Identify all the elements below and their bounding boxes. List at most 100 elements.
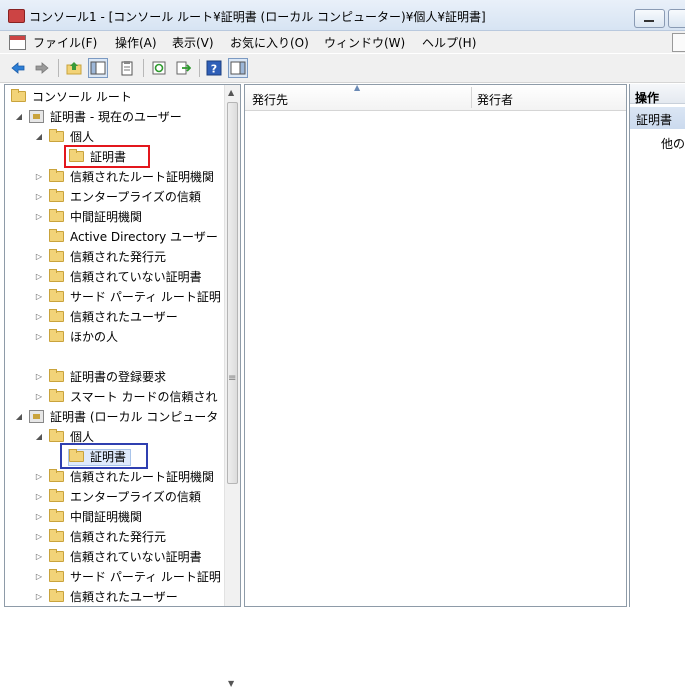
export-icon[interactable]	[173, 58, 193, 78]
menu-bar: ファイル(F) 操作(A) 表示(V) お気に入り(O) ウィンドウ(W) ヘル…	[0, 31, 685, 53]
tree-item-lc-trusted-people[interactable]: ▷ 信頼されたユーザー	[33, 586, 178, 606]
tree-item-lc-intermediate[interactable]: ▷ 中間証明機関	[33, 506, 142, 526]
expand-arrow-icon[interactable]: ▷	[33, 192, 45, 201]
folder-icon	[49, 288, 64, 302]
tree-item-cu-trusted-root[interactable]: ▷ 信頼されたルート証明機関	[33, 166, 214, 186]
tree-item-lc-trusted-root[interactable]: ▷ 信頼されたルート証明機関	[33, 466, 214, 486]
tree-item-console-root[interactable]: コンソール ルート	[11, 86, 132, 106]
tree-item-cu-enterprise-trust[interactable]: ▷ エンタープライズの信頼	[33, 186, 201, 206]
expand-arrow-icon[interactable]: ▷	[33, 492, 45, 501]
tree-item-cu-trusted-publishers[interactable]: ▷ 信頼された発行元	[33, 246, 166, 266]
folder-icon	[49, 568, 64, 582]
expand-arrow-icon[interactable]: ▷	[33, 172, 45, 181]
expand-arrow-icon[interactable]: ▷	[33, 592, 45, 601]
expand-arrow-icon[interactable]: ▷	[33, 212, 45, 221]
expand-arrow-icon[interactable]: ▷	[33, 472, 45, 481]
folder-icon	[11, 88, 26, 102]
tree-item-cu-active-directory[interactable]: Active Directory ユーザー	[49, 226, 218, 246]
folder-icon	[49, 248, 64, 262]
mmc-app-icon[interactable]	[8, 9, 25, 23]
tree-item-lc-third-party-root[interactable]: ▷ サード パーティ ルート証明	[33, 566, 221, 586]
expand-arrow-icon[interactable]: ▷	[33, 312, 45, 321]
result-list: ▲ 発行先 発行者	[244, 83, 627, 607]
title-bar: コンソール1 - [コンソール ルート¥証明書 (ローカル コンピューター)¥個…	[0, 0, 685, 31]
minimize-icon	[644, 20, 654, 22]
blue-highlight-box	[60, 443, 148, 469]
expand-arrow-icon[interactable]: ▷	[33, 512, 45, 521]
tree-vertical-scrollbar[interactable]: ▲ ≡ ▼	[224, 85, 240, 688]
refresh-icon[interactable]	[149, 58, 169, 78]
action-more-actions[interactable]: 他の操作	[661, 135, 685, 152]
tree-item-cu-intermediate[interactable]: ▷ 中間証明機関	[33, 206, 142, 226]
show-tree-icon[interactable]	[88, 58, 108, 78]
scroll-down-arrow-icon[interactable]: ▼	[228, 679, 234, 688]
maximize-button[interactable]	[668, 9, 685, 28]
folder-icon	[49, 208, 64, 222]
expand-arrow-icon[interactable]: ▷	[33, 572, 45, 581]
document-window-icon[interactable]	[9, 35, 26, 50]
expand-arrow-icon[interactable]: ▷	[33, 392, 45, 401]
tree-item-cu-enrollment-requests[interactable]: ▷ 証明書の登録要求	[33, 366, 166, 386]
scroll-grip-icon: ≡	[228, 373, 237, 384]
collapse-arrow-icon[interactable]: ◢	[33, 432, 45, 441]
column-divider[interactable]	[471, 87, 472, 108]
folder-icon	[49, 168, 64, 182]
forward-icon[interactable]	[32, 58, 52, 78]
toolbar-separator	[199, 59, 200, 77]
column-issued-to[interactable]: 発行先	[252, 91, 288, 108]
action-pane-header: 操作	[630, 84, 685, 105]
properties-icon[interactable]	[117, 58, 137, 78]
menu-file[interactable]: ファイル(F)	[33, 34, 97, 51]
tree-item-cu-personal[interactable]: ◢ 個人	[33, 126, 94, 146]
minimize-button[interactable]	[634, 9, 665, 28]
action-section-certificates[interactable]: 証明書	[630, 107, 685, 129]
folder-icon	[49, 228, 64, 242]
toolbar-separator	[58, 59, 59, 77]
tree-item-cu-smart-card-trusted[interactable]: ▷ スマート カードの信頼され	[33, 386, 217, 406]
folder-icon	[49, 548, 64, 562]
collapse-arrow-icon[interactable]: ◢	[33, 132, 45, 141]
menu-favorites[interactable]: お気に入り(O)	[230, 34, 309, 51]
expand-arrow-icon[interactable]: ▷	[33, 552, 45, 561]
menu-view[interactable]: 表示(V)	[172, 34, 214, 51]
folder-icon	[49, 488, 64, 502]
sort-ascending-icon: ▲	[354, 83, 361, 92]
menu-window[interactable]: ウィンドウ(W)	[324, 34, 405, 51]
folder-icon	[49, 328, 64, 342]
toolbar-separator	[143, 59, 144, 77]
menu-help[interactable]: ヘルプ(H)	[422, 34, 476, 51]
expand-arrow-icon[interactable]: ▷	[33, 532, 45, 541]
action-pane: 操作 証明書 他の操作	[629, 84, 685, 607]
expand-arrow-icon[interactable]: ▷	[33, 332, 45, 341]
expand-arrow-icon[interactable]: ▷	[33, 252, 45, 261]
help-icon[interactable]: ?	[204, 58, 224, 78]
folder-icon	[49, 468, 64, 482]
tree-item-lc-untrusted[interactable]: ▷ 信頼されていない証明書	[33, 546, 202, 566]
column-issued-by[interactable]: 発行者	[477, 91, 513, 108]
child-minimize-button[interactable]	[672, 33, 685, 52]
back-icon[interactable]	[8, 58, 28, 78]
tree-item-cu-untrusted[interactable]: ▷ 信頼されていない証明書	[33, 266, 202, 286]
window-title: コンソール1 - [コンソール ルート¥証明書 (ローカル コンピューター)¥個…	[29, 10, 486, 24]
tree-item-lc-enterprise-trust[interactable]: ▷ エンタープライズの信頼	[33, 486, 201, 506]
up-folder-icon[interactable]	[64, 58, 84, 78]
folder-icon	[49, 308, 64, 322]
tree-item-current-user[interactable]: ◢ 証明書 - 現在のユーザー	[13, 106, 182, 126]
expand-arrow-icon[interactable]: ▷	[33, 292, 45, 301]
tree-item-cu-trusted-people[interactable]: ▷ 信頼されたユーザー	[33, 306, 178, 326]
toolbar: ?	[0, 54, 685, 83]
certificate-store-icon	[29, 409, 44, 423]
scroll-thumb[interactable]	[227, 102, 238, 484]
tree-item-local-computer[interactable]: ◢ 証明書 (ローカル コンピュータ	[13, 406, 218, 426]
tree-item-lc-trusted-publishers[interactable]: ▷ 信頼された発行元	[33, 526, 166, 546]
show-action-pane-icon[interactable]	[228, 58, 248, 78]
tree-item-cu-third-party-root[interactable]: ▷ サード パーティ ルート証明	[33, 286, 221, 306]
collapse-arrow-icon[interactable]: ◢	[13, 412, 25, 421]
tree-item-cu-other-people[interactable]: ▷ ほかの人	[33, 326, 118, 346]
collapse-arrow-icon[interactable]: ◢	[13, 112, 25, 121]
expand-arrow-icon[interactable]: ▷	[33, 372, 45, 381]
menu-action[interactable]: 操作(A)	[115, 34, 157, 51]
folder-icon	[49, 188, 64, 202]
expand-arrow-icon[interactable]: ▷	[33, 272, 45, 281]
scroll-up-arrow-icon[interactable]: ▲	[228, 88, 234, 97]
